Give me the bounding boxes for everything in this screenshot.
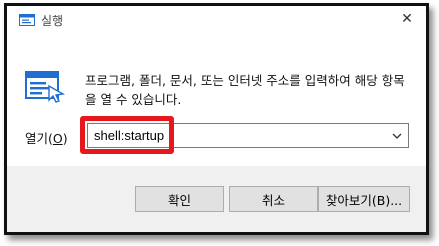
screenshot-frame: 실행 ✕ 프로그램, 폴더, 문서, 또는 인터넷 주소를 입력하여 해당 항목… <box>4 3 429 235</box>
close-icon: ✕ <box>401 11 413 27</box>
cancel-button[interactable]: 취소 <box>229 186 318 212</box>
open-input-value[interactable]: shell:startup <box>94 128 164 143</box>
browse-button[interactable]: 찾아보기(B)... <box>318 186 410 212</box>
open-label: 열기(O) <box>25 131 68 146</box>
chevron-down-icon[interactable] <box>390 129 404 143</box>
run-dialog: 실행 ✕ 프로그램, 폴더, 문서, 또는 인터넷 주소를 입력하여 해당 항목… <box>7 6 426 232</box>
run-dialog-icon <box>19 14 35 26</box>
prompt-description: 프로그램, 폴더, 문서, 또는 인터넷 주소를 입력하여 해당 항목을 열 수… <box>85 73 405 107</box>
button-bar: 확인 취소 찾아보기(B)... <box>7 166 426 232</box>
ok-button[interactable]: 확인 <box>135 186 224 212</box>
window-title: 실행 <box>41 14 64 28</box>
close-button[interactable]: ✕ <box>394 8 420 30</box>
open-combobox[interactable]: shell:startup <box>87 123 409 148</box>
title-bar: 실행 ✕ <box>7 6 426 34</box>
run-program-icon <box>25 71 65 103</box>
